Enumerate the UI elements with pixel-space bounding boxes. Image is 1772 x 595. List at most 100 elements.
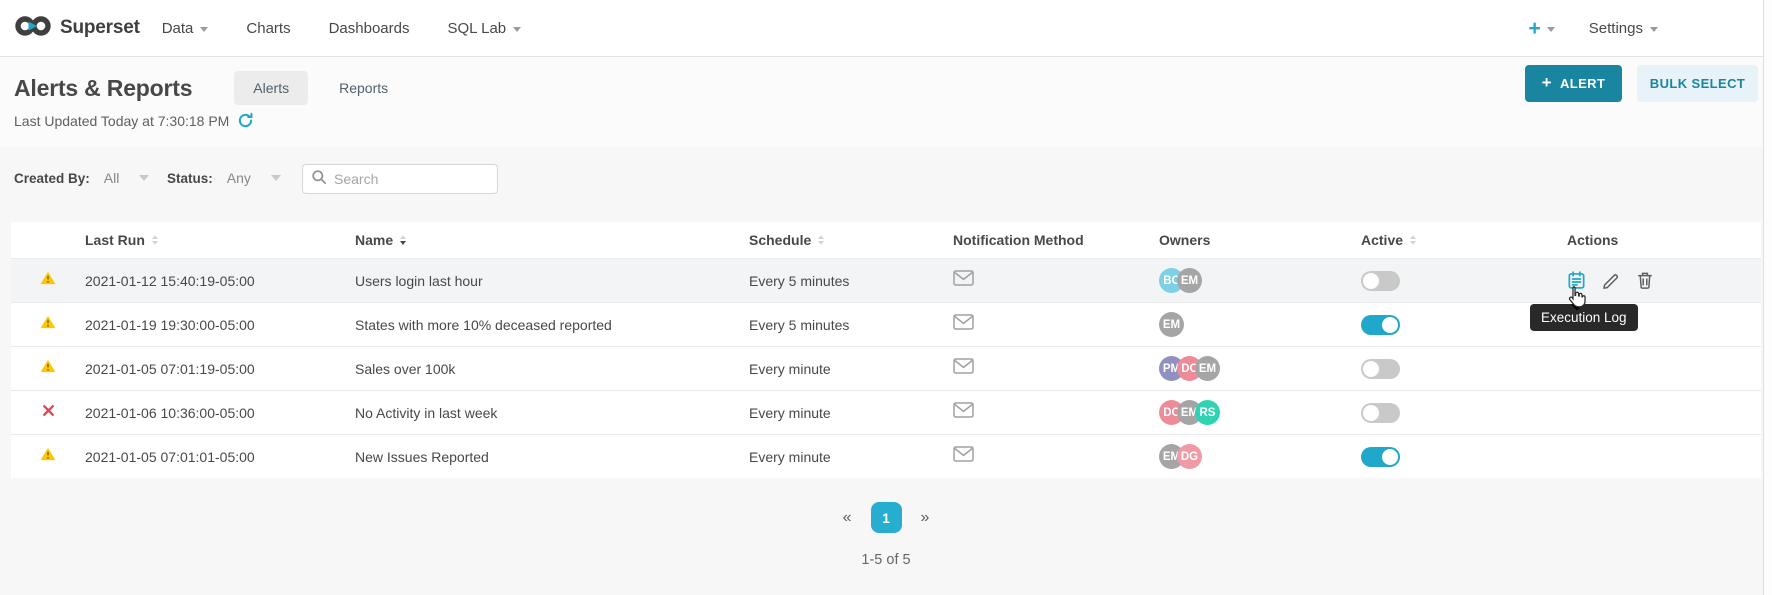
schedule-cell: Every minute xyxy=(749,405,953,421)
chevron-down-icon xyxy=(513,27,521,32)
active-toggle[interactable] xyxy=(1361,403,1400,423)
search-icon xyxy=(311,169,327,190)
settings-menu[interactable]: Settings xyxy=(1589,20,1658,37)
schedule-cell: Every minute xyxy=(749,449,953,465)
sort-icon xyxy=(1410,235,1416,245)
add-alert-button[interactable]: + ALERT xyxy=(1525,65,1622,102)
chevron-down-icon xyxy=(200,27,208,32)
bulk-select-button[interactable]: BULK SELECT xyxy=(1637,65,1758,102)
superset-logo[interactable]: Superset xyxy=(14,14,140,43)
avatar[interactable]: RS xyxy=(1195,400,1220,425)
chevron-down-icon[interactable] xyxy=(139,175,149,181)
toggle-knob xyxy=(1382,317,1398,333)
refresh-icon[interactable] xyxy=(237,112,254,129)
status-label: Status: xyxy=(167,171,213,186)
table-row[interactable]: 2021-01-05 07:01:19-05:00 Sales over 100… xyxy=(11,346,1761,390)
alerts-table: Last Run Name Schedule Notification Meth… xyxy=(11,222,1761,478)
toggle-knob xyxy=(1363,405,1379,421)
tab-alerts[interactable]: Alerts xyxy=(234,71,308,105)
tab-reports[interactable]: Reports xyxy=(320,71,407,105)
status-filter: Status: Any xyxy=(167,170,281,186)
owners-cell: BCEM xyxy=(1159,268,1361,293)
col-header-name[interactable]: Name xyxy=(355,232,749,248)
col-header-actions: Actions xyxy=(1567,232,1761,248)
page-1-button[interactable]: 1 xyxy=(871,502,902,533)
chevron-down-icon[interactable] xyxy=(271,175,281,181)
previous-page-button[interactable]: « xyxy=(843,509,852,527)
nav-item-sql-lab[interactable]: SQL Lab xyxy=(447,20,521,37)
warning-icon xyxy=(40,447,56,466)
avatar[interactable]: EM xyxy=(1177,268,1202,293)
table-row[interactable]: 2021-01-06 10:36:00-05:00 No Activity in… xyxy=(11,390,1761,434)
navbar: Superset Data Charts Dashboards SQL Lab … xyxy=(0,0,1772,57)
toggle-knob xyxy=(1382,449,1398,465)
new-item-menu[interactable]: + xyxy=(1529,18,1555,39)
page-title: Alerts & Reports xyxy=(14,75,192,102)
last-run-cell: 2021-01-05 07:01:19-05:00 xyxy=(85,361,355,377)
name-cell[interactable]: Users login last hour xyxy=(355,273,749,289)
table-row[interactable]: 2021-01-19 19:30:00-05:00 States with mo… xyxy=(11,302,1761,346)
nav-item-dashboards[interactable]: Dashboards xyxy=(329,20,410,37)
col-header-notification-method: Notification Method xyxy=(953,232,1159,248)
schedule-cell: Every 5 minutes xyxy=(749,317,953,333)
toggle-knob xyxy=(1363,361,1379,377)
last-run-cell: 2021-01-06 10:36:00-05:00 xyxy=(85,405,355,421)
last-run-cell: 2021-01-12 15:40:19-05:00 xyxy=(85,273,355,289)
col-header-schedule[interactable]: Schedule xyxy=(749,232,953,248)
edit-button[interactable] xyxy=(1602,272,1620,290)
table-row[interactable]: 2021-01-05 07:01:01-05:00 New Issues Rep… xyxy=(11,434,1761,478)
name-cell[interactable]: No Activity in last week xyxy=(355,405,749,421)
email-icon xyxy=(953,358,974,379)
row-count-summary: 1-5 of 5 xyxy=(0,552,1772,568)
superset-infinity-icon xyxy=(14,14,52,43)
filter-bar: Created By: All Status: Any xyxy=(0,147,1772,222)
active-toggle[interactable] xyxy=(1361,315,1400,335)
email-icon xyxy=(953,270,974,291)
search-box xyxy=(302,164,498,194)
nav-item-charts[interactable]: Charts xyxy=(246,20,290,37)
sort-icon xyxy=(152,235,158,245)
next-page-button[interactable]: » xyxy=(921,509,930,527)
name-cell[interactable]: States with more 10% deceased reported xyxy=(355,317,749,333)
owners-cell: EM xyxy=(1159,312,1361,337)
navbar-right: + Settings xyxy=(1529,18,1746,39)
active-toggle[interactable] xyxy=(1361,271,1400,291)
plus-icon: + xyxy=(1529,18,1541,39)
plus-icon: + xyxy=(1542,73,1552,93)
active-toggle[interactable] xyxy=(1361,447,1400,467)
table-row[interactable]: 2021-01-12 15:40:19-05:00 Users login la… xyxy=(11,258,1761,302)
toggle-knob xyxy=(1363,273,1379,289)
owners-cell: DCEMRS xyxy=(1159,400,1361,425)
status-select[interactable]: Any xyxy=(227,170,251,186)
email-icon xyxy=(953,314,974,335)
name-cell[interactable]: Sales over 100k xyxy=(355,361,749,377)
created-by-label: Created By: xyxy=(14,171,90,186)
chevron-down-icon xyxy=(1650,27,1658,32)
owners-cell: EMDG xyxy=(1159,444,1361,469)
sort-icon xyxy=(818,235,824,245)
email-icon xyxy=(953,446,974,467)
avatar[interactable]: EM xyxy=(1159,312,1184,337)
created-by-filter: Created By: All xyxy=(14,170,149,186)
cursor-pointer-icon xyxy=(1565,285,1586,313)
last-updated-text: Last Updated Today at 7:30:18 PM xyxy=(14,113,229,129)
schedule-cell: Every 5 minutes xyxy=(749,273,953,289)
avatar[interactable]: DG xyxy=(1177,444,1202,469)
delete-button[interactable] xyxy=(1636,271,1654,290)
nav-menu: Data Charts Dashboards SQL Lab xyxy=(162,20,521,37)
table-body: 2021-01-12 15:40:19-05:00 Users login la… xyxy=(11,258,1761,478)
schedule-cell: Every minute xyxy=(749,361,953,377)
owners-cell: PMDCEM xyxy=(1159,356,1361,381)
nav-item-data[interactable]: Data xyxy=(162,20,209,37)
table-header-row: Last Run Name Schedule Notification Meth… xyxy=(11,222,1761,258)
created-by-select[interactable]: All xyxy=(104,170,120,186)
name-cell[interactable]: New Issues Reported xyxy=(355,449,749,465)
tabs: Alerts Reports xyxy=(234,71,407,105)
search-input[interactable] xyxy=(334,171,489,187)
active-toggle[interactable] xyxy=(1361,359,1400,379)
avatar[interactable]: EM xyxy=(1195,356,1220,381)
col-header-active[interactable]: Active xyxy=(1361,232,1567,248)
scrollbar-track[interactable] xyxy=(1763,0,1772,595)
col-header-owners: Owners xyxy=(1159,232,1361,248)
col-header-last-run[interactable]: Last Run xyxy=(85,232,355,248)
